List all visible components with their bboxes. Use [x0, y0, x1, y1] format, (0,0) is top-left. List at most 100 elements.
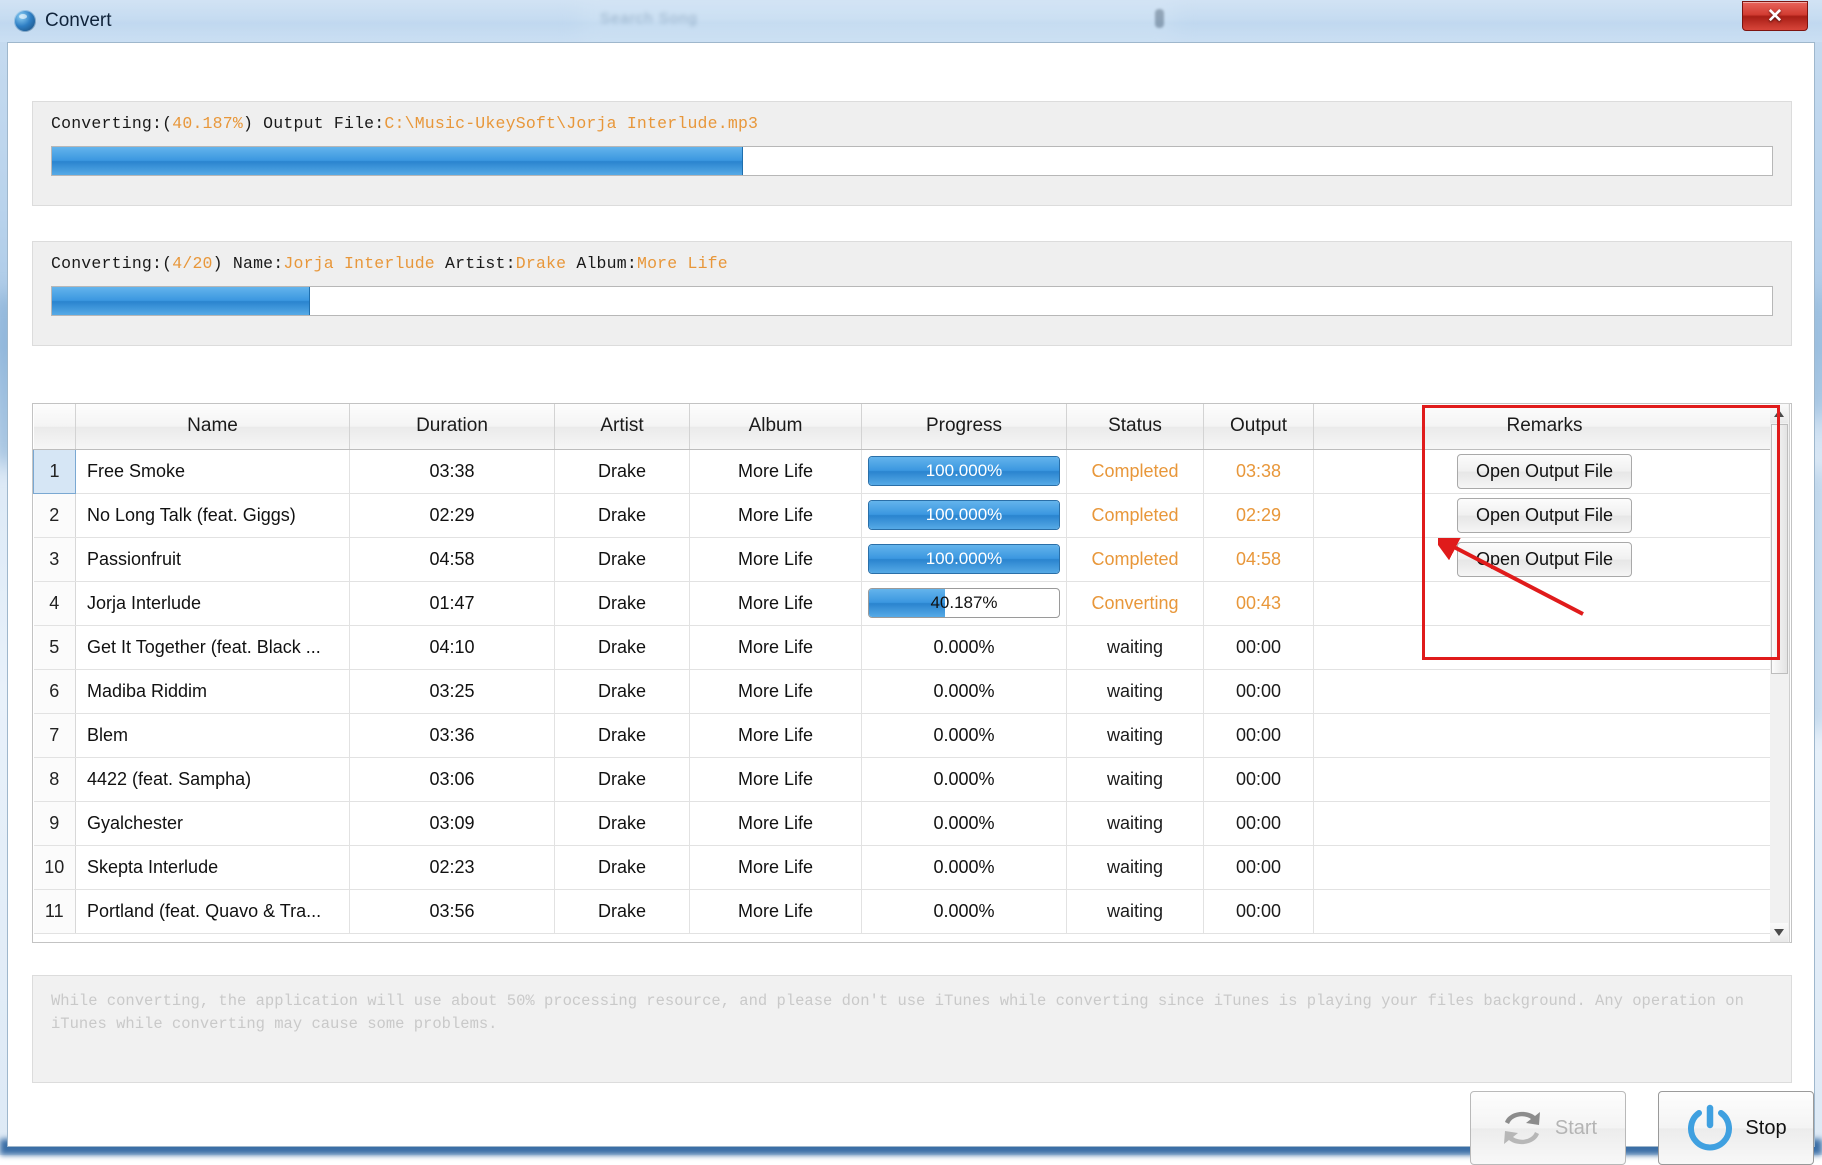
close-button[interactable]: ✕	[1742, 1, 1808, 31]
row-progress-cell: 100.000%	[862, 449, 1067, 493]
row-output-time: 00:00	[1204, 713, 1314, 757]
overall-mid: ) Output File:	[243, 114, 384, 133]
row-progress-label: 0.000%	[933, 857, 994, 877]
overall-prefix: Converting:(	[51, 114, 172, 133]
row-artist: Drake	[555, 713, 690, 757]
row-name: Get It Together (feat. Black ...	[76, 625, 350, 669]
row-index: 1	[34, 449, 76, 493]
title-bar-content: Convert	[14, 6, 112, 36]
table-row[interactable]: 7Blem03:36DrakeMore Life0.000%waiting00:…	[34, 713, 1776, 757]
scrollbar-thumb[interactable]	[1771, 424, 1788, 674]
overall-progress-track	[51, 146, 1773, 176]
row-status: waiting	[1067, 713, 1204, 757]
app-globe-icon	[14, 10, 36, 32]
conversion-table-container[interactable]: Name Duration Artist Album Progress Stat…	[32, 403, 1792, 943]
row-remarks-cell	[1314, 801, 1776, 845]
row-artist: Drake	[555, 757, 690, 801]
row-album: More Life	[690, 449, 862, 493]
scroll-down-arrow-icon[interactable]	[1770, 923, 1788, 942]
row-remarks-cell: Open Output File	[1314, 493, 1776, 537]
row-index: 10	[34, 845, 76, 889]
table-row[interactable]: 6Madiba Riddim03:25DrakeMore Life0.000%w…	[34, 669, 1776, 713]
row-status: Converting	[1067, 581, 1204, 625]
row-progress-cell: 0.000%	[862, 669, 1067, 713]
row-progress-label: 40.187%	[869, 589, 1059, 617]
row-album: More Life	[690, 537, 862, 581]
open-output-file-button[interactable]: Open Output File	[1457, 498, 1632, 533]
column-header-output[interactable]: Output	[1204, 404, 1314, 449]
table-row[interactable]: 4Jorja Interlude01:47DrakeMore Life40.18…	[34, 581, 1776, 625]
overall-output-path: C:\Music-UkeySoft\Jorja Interlude.mp3	[384, 114, 758, 133]
row-status: waiting	[1067, 669, 1204, 713]
scroll-up-arrow-icon[interactable]	[1770, 404, 1788, 423]
current-file-progress-track	[51, 286, 1773, 316]
table-row[interactable]: 2No Long Talk (feat. Giggs)02:29DrakeMor…	[34, 493, 1776, 537]
table-row[interactable]: 84422 (feat. Sampha)03:06DrakeMore Life0…	[34, 757, 1776, 801]
row-status: Completed	[1067, 493, 1204, 537]
row-progress-cell: 0.000%	[862, 889, 1067, 933]
row-album: More Life	[690, 493, 862, 537]
row-name: 4422 (feat. Sampha)	[76, 757, 350, 801]
column-header-duration[interactable]: Duration	[350, 404, 555, 449]
row-progress-label: 0.000%	[933, 901, 994, 921]
row-album: More Life	[690, 669, 862, 713]
column-header-remarks[interactable]: Remarks	[1314, 404, 1776, 449]
row-index: 7	[34, 713, 76, 757]
file-artist: Drake	[516, 254, 567, 273]
row-index: 9	[34, 801, 76, 845]
table-vertical-scrollbar[interactable]	[1770, 403, 1790, 943]
row-album: More Life	[690, 713, 862, 757]
row-name: Passionfruit	[76, 537, 350, 581]
row-output-time: 00:43	[1204, 581, 1314, 625]
row-artist: Drake	[555, 845, 690, 889]
current-file-panel: Converting:(4/20) Name:Jorja Interlude A…	[32, 241, 1792, 346]
column-header-album[interactable]: Album	[690, 404, 862, 449]
column-header-name[interactable]: Name	[76, 404, 350, 449]
row-remarks-cell	[1314, 669, 1776, 713]
column-header-status[interactable]: Status	[1067, 404, 1204, 449]
row-status: waiting	[1067, 757, 1204, 801]
table-row[interactable]: 1Free Smoke03:38DrakeMore Life100.000%Co…	[34, 449, 1776, 493]
table-row[interactable]: 10Skepta Interlude02:23DrakeMore Life0.0…	[34, 845, 1776, 889]
row-progress-label: 100.000%	[869, 545, 1059, 573]
start-button[interactable]: Start	[1470, 1091, 1626, 1165]
row-remarks-cell: Open Output File	[1314, 537, 1776, 581]
title-bar	[0, 0, 1822, 42]
stop-button[interactable]: Stop	[1658, 1091, 1814, 1165]
row-artist: Drake	[555, 537, 690, 581]
table-row[interactable]: 5Get It Together (feat. Black ...04:10Dr…	[34, 625, 1776, 669]
row-progress-cell: 0.000%	[862, 713, 1067, 757]
row-remarks-cell: Open Output File	[1314, 449, 1776, 493]
row-progress-label: 0.000%	[933, 813, 994, 833]
row-duration: 02:29	[350, 493, 555, 537]
close-icon: ✕	[1767, 7, 1783, 26]
current-file-progress-fill	[52, 287, 310, 315]
row-album: More Life	[690, 625, 862, 669]
open-output-file-button[interactable]: Open Output File	[1457, 454, 1632, 489]
open-output-file-button[interactable]: Open Output File	[1457, 542, 1632, 577]
table-row[interactable]: 3Passionfruit04:58DrakeMore Life100.000%…	[34, 537, 1776, 581]
row-output-time: 00:00	[1204, 669, 1314, 713]
table-row[interactable]: 11Portland (feat. Quavo & Tra...03:56Dra…	[34, 889, 1776, 933]
row-status: waiting	[1067, 845, 1204, 889]
column-header-index[interactable]	[34, 404, 76, 449]
row-remarks-cell	[1314, 713, 1776, 757]
row-progress-label: 0.000%	[933, 725, 994, 745]
overall-status-line: Converting:(40.187%) Output File:C:\Musi…	[51, 114, 758, 133]
row-output-time: 03:38	[1204, 449, 1314, 493]
row-status: Completed	[1067, 449, 1204, 493]
row-progress-bar: 100.000%	[868, 544, 1060, 574]
table-row[interactable]: 9Gyalchester03:09DrakeMore Life0.000%wai…	[34, 801, 1776, 845]
convert-dialog: Converting:( 40.187% ) Output File:C:\Musi…	[7, 42, 1815, 1147]
power-icon	[1685, 1104, 1735, 1152]
row-name: Portland (feat. Quavo & Tra...	[76, 889, 350, 933]
row-duration: 03:09	[350, 801, 555, 845]
convert-dialog-body: Converting:( 40.187% ) Output File:C:\Musi…	[8, 43, 1814, 1146]
column-header-artist[interactable]: Artist	[555, 404, 690, 449]
row-progress-cell: 100.000%	[862, 493, 1067, 537]
start-button-label: Start	[1555, 1117, 1597, 1140]
row-album: More Life	[690, 845, 862, 889]
file-index: 4/20	[172, 254, 212, 273]
column-header-progress[interactable]: Progress	[862, 404, 1067, 449]
row-output-time: 00:00	[1204, 801, 1314, 845]
